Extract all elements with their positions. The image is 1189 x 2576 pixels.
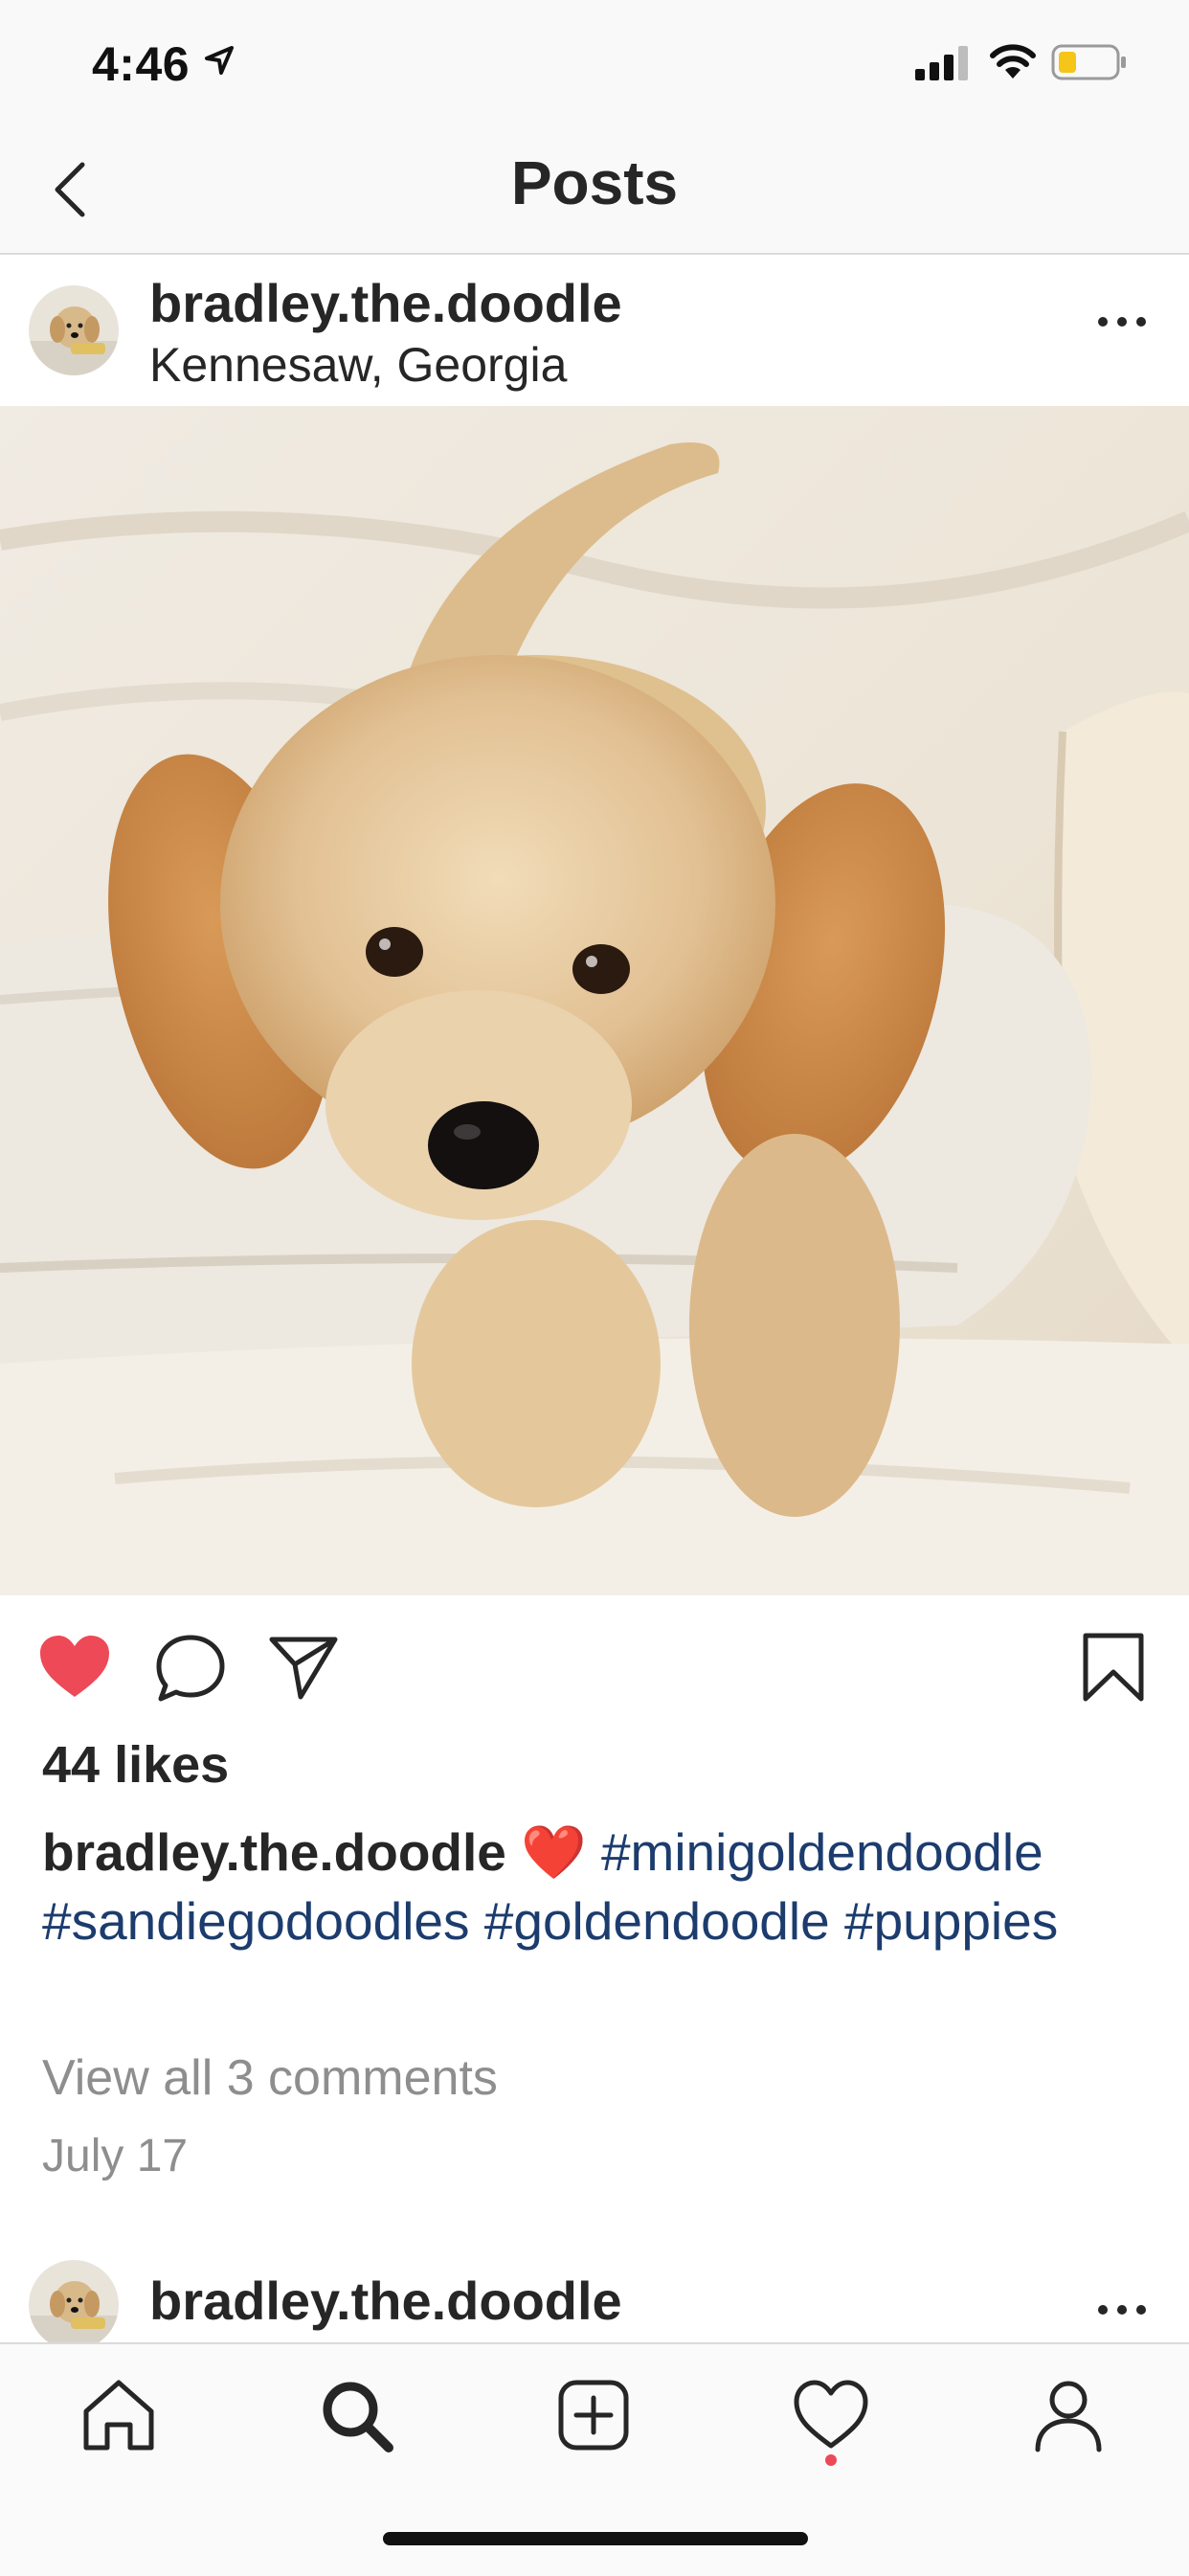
hashtag-link[interactable]: #goldendoodle — [484, 1891, 830, 1951]
bookmark-icon[interactable] — [1082, 1632, 1145, 1703]
avatar[interactable] — [29, 2260, 119, 2350]
post-date: July 17 — [42, 2131, 189, 2181]
signal-icon — [915, 46, 968, 80]
more-options-icon[interactable] — [1093, 312, 1151, 331]
activity-dot-indicator — [825, 2454, 837, 2466]
post-username[interactable]: bradley.the.doodle — [149, 272, 622, 334]
location-arrow-icon — [205, 46, 234, 75]
caption-username[interactable]: bradley.the.doodle — [42, 1822, 506, 1882]
avatar[interactable] — [29, 285, 119, 375]
post-photo[interactable] — [0, 406, 1189, 1595]
post-location[interactable]: Kennesaw, Georgia — [149, 337, 567, 393]
page-title: Posts — [510, 148, 679, 217]
share-direct-icon[interactable] — [268, 1634, 339, 1701]
status-bar: 4:46 — [0, 0, 1189, 126]
wifi-icon — [990, 44, 1036, 79]
home-icon[interactable] — [80, 2377, 157, 2453]
post-actions — [0, 1595, 1189, 1739]
hashtag-link[interactable]: #minigoldendoodle — [601, 1822, 1043, 1882]
activity-heart-icon[interactable] — [793, 2377, 869, 2453]
search-icon[interactable] — [318, 2377, 394, 2453]
hashtag-link[interactable]: #puppies — [844, 1891, 1058, 1951]
nav-header: Posts — [0, 126, 1189, 255]
next-post-username[interactable]: bradley.the.doodle — [149, 2270, 622, 2332]
add-post-icon[interactable] — [555, 2377, 632, 2453]
post-header: bradley.the.doodle Kennesaw, Georgia — [0, 255, 1189, 406]
view-comments-link[interactable]: View all 3 comments — [42, 2049, 498, 2107]
profile-icon[interactable] — [1030, 2377, 1107, 2453]
more-options-icon[interactable] — [1093, 2300, 1151, 2319]
comment-icon[interactable] — [155, 1634, 226, 1703]
battery-icon — [1051, 44, 1126, 80]
status-time: 4:46 — [92, 37, 191, 91]
likes-count[interactable]: 44 likes — [42, 1735, 229, 1795]
caption-heart-emoji: ❤️ — [521, 1822, 587, 1882]
hashtag-link[interactable]: #sandiegodoodles — [42, 1891, 470, 1951]
next-post-header: bradley.the.doodle — [0, 2247, 1189, 2350]
like-heart-icon[interactable] — [38, 1634, 111, 1701]
home-indicator[interactable] — [383, 2532, 808, 2545]
post-caption: bradley.the.doodle ❤️ #minigoldendoodle … — [42, 1818, 1153, 1955]
